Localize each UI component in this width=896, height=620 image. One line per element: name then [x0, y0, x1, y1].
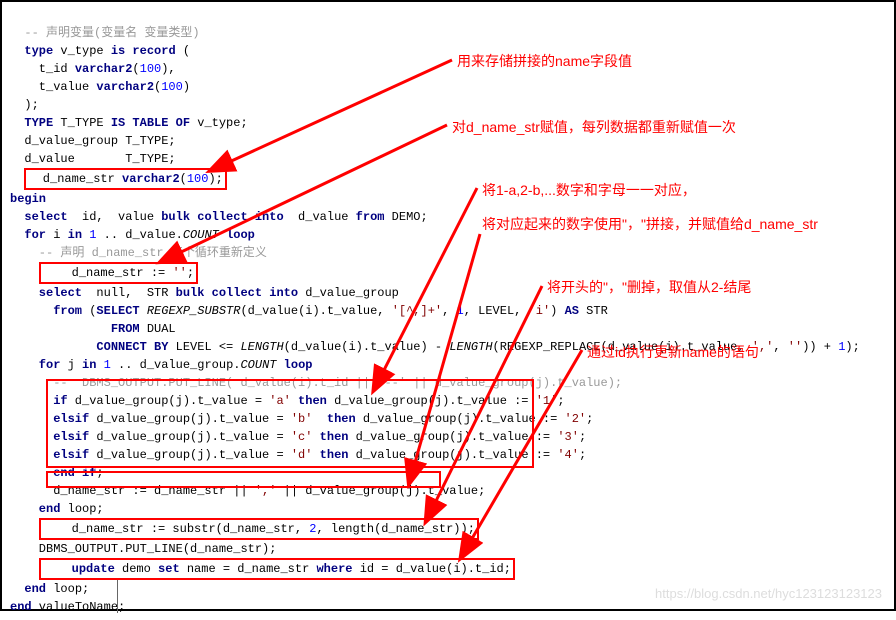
- code-line: for j in 1 .. d_value_group.COUNT loop: [10, 358, 313, 372]
- code-line: for i in 1 .. d_value.COUNT loop: [10, 228, 255, 242]
- annotation-6: 通过id执行更新name的语句: [587, 342, 759, 362]
- annotation-3: 将1-a,2-b,...数字和字母一一对应，: [482, 180, 696, 200]
- annotation-4: 将对应起来的数字使用"，"拼接，并赋值给d_name_str: [482, 214, 842, 235]
- code-line: );: [10, 98, 39, 112]
- annotation-2: 对d_name_str赋值，每列数据都重新赋值一次: [452, 117, 736, 137]
- code-comment: -- 声明 d_name_str 每个循环重新定义: [10, 246, 267, 260]
- code-line: -- 声明变量(变量名 变量类型): [10, 26, 200, 40]
- code-line: begin: [10, 192, 46, 206]
- vertical-rule: [117, 580, 118, 613]
- red-box-if-block: [46, 379, 534, 468]
- annotation-1: 用来存储拼接的name字段值: [457, 51, 632, 71]
- code-line: end loop;: [10, 502, 104, 516]
- code-line: FROM DUAL: [10, 322, 176, 336]
- code-line: type v_type is record (: [10, 44, 190, 58]
- code-line: end loop;: [10, 582, 89, 596]
- code-line-boxed: update demo set name = d_name_str where …: [10, 562, 515, 576]
- red-box-concat: [46, 471, 441, 488]
- code-line: d_value_group T_TYPE;: [10, 134, 176, 148]
- code-line: TYPE T_TYPE IS TABLE OF v_type;: [10, 116, 248, 130]
- code-line-boxed: d_name_str := substr(d_name_str, 2, leng…: [10, 522, 479, 536]
- code-line: end valueToName;: [10, 600, 125, 614]
- watermark: https://blog.csdn.net/hyc123123123123: [655, 586, 882, 601]
- annotation-5: 将开头的"，"删掉，取值从2-结尾: [547, 277, 751, 297]
- code-line: from (SELECT REGEXP_SUBSTR(d_value(i).t_…: [10, 304, 608, 318]
- code-line: select null, STR bulk collect into d_val…: [10, 286, 399, 300]
- code-line: d_value T_TYPE;: [10, 152, 176, 166]
- code-line: t_id varchar2(100),: [10, 62, 176, 76]
- code-block: -- 声明变量(变量名 变量类型) type v_type is record …: [2, 2, 894, 620]
- code-line-boxed: d_name_str varchar2(100);: [10, 172, 227, 186]
- code-line-boxed: d_name_str := '';: [10, 266, 198, 280]
- code-line: DBMS_OUTPUT.PUT_LINE(d_name_str);: [10, 542, 276, 556]
- code-line: t_value varchar2(100): [10, 80, 190, 94]
- code-line: select id, value bulk collect into d_val…: [10, 210, 428, 224]
